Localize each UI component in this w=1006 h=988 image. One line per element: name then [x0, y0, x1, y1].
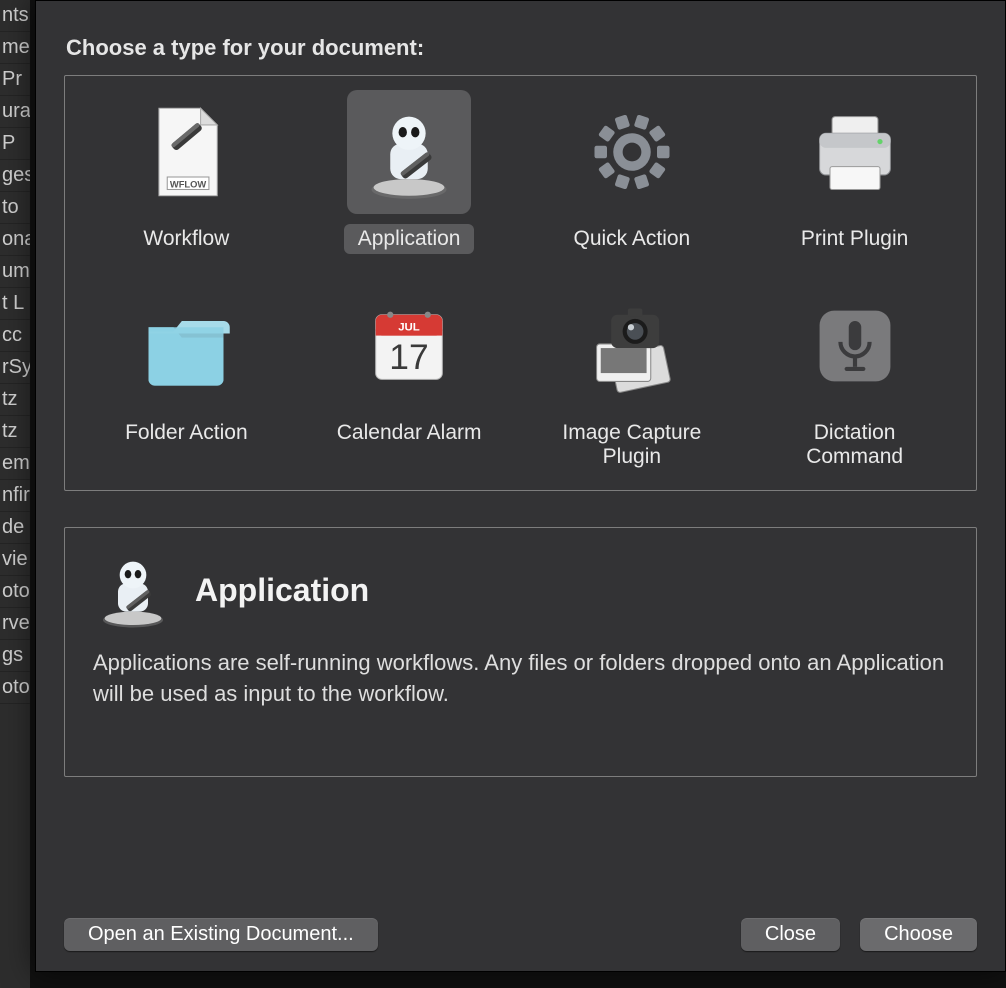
print-plugin-icon: [793, 90, 917, 214]
background-list-item: rve: [0, 608, 30, 640]
background-list-item: t L: [0, 288, 30, 320]
image-capture-icon: [570, 284, 694, 408]
description-title: Application: [195, 572, 369, 609]
document-type-application[interactable]: Application: [309, 90, 509, 254]
background-list-item: tz: [0, 384, 30, 416]
sheet-heading: Choose a type for your document:: [66, 35, 977, 61]
document-type-label: Workflow: [129, 224, 243, 254]
background-list-item: ura: [0, 96, 30, 128]
background-list-item: ona: [0, 224, 30, 256]
background-list-item: nfir: [0, 480, 30, 512]
background-list-item: to: [0, 192, 30, 224]
button-row: Open an Existing Document... Close Choos…: [64, 896, 977, 951]
background-sidebar: ntsmePruraPgestoonaumt LccrSytztzemnfird…: [0, 0, 30, 988]
svg-text:17: 17: [389, 337, 428, 377]
description-text: Applications are self-running workflows.…: [93, 648, 948, 710]
open-existing-button[interactable]: Open an Existing Document...: [64, 918, 378, 951]
document-type-calendar-alarm[interactable]: JUL 17 Calendar Alarm: [309, 284, 509, 472]
quick-action-icon: [570, 90, 694, 214]
background-list-item: Pr: [0, 64, 30, 96]
background-list-item: nts: [0, 0, 30, 32]
document-type-label: Quick Action: [560, 224, 705, 254]
background-list-item: oto: [0, 576, 30, 608]
document-type-workflow[interactable]: WFLOW Workflow: [86, 90, 286, 254]
background-list-item: rSy: [0, 352, 30, 384]
background-list-item: cc: [0, 320, 30, 352]
background-list-item: vie: [0, 544, 30, 576]
choose-button[interactable]: Choose: [860, 918, 977, 951]
application-icon: [93, 550, 173, 630]
document-type-quick-action[interactable]: Quick Action: [532, 90, 732, 254]
dictation-icon: [793, 284, 917, 408]
background-list-item: me: [0, 32, 30, 64]
calendar-alarm-icon: JUL 17: [347, 284, 471, 408]
svg-text:WFLOW: WFLOW: [170, 179, 207, 189]
document-type-label: Calendar Alarm: [323, 418, 496, 448]
document-type-label: Image Capture Plugin: [532, 418, 732, 472]
document-type-image-capture-plugin[interactable]: Image Capture Plugin: [532, 284, 732, 472]
document-type-label: Folder Action: [111, 418, 262, 448]
background-list-item: oto: [0, 672, 30, 704]
background-list-item: um: [0, 256, 30, 288]
svg-text:JUL: JUL: [398, 322, 420, 334]
new-document-sheet: Choose a type for your document: WFLOW W…: [35, 0, 1006, 972]
application-icon: [347, 90, 471, 214]
document-type-label: Application: [344, 224, 475, 254]
background-list-item: de: [0, 512, 30, 544]
description-panel: Application Applications are self-runnin…: [64, 527, 977, 777]
document-type-label: Print Plugin: [787, 224, 922, 254]
document-type-label: Dictation Command: [755, 418, 955, 472]
document-type-dictation-command[interactable]: Dictation Command: [755, 284, 955, 472]
document-type-folder-action[interactable]: Folder Action: [86, 284, 286, 472]
background-list-item: P: [0, 128, 30, 160]
folder-action-icon: [124, 284, 248, 408]
document-type-print-plugin[interactable]: Print Plugin: [755, 90, 955, 254]
workflow-icon: WFLOW: [124, 90, 248, 214]
close-button[interactable]: Close: [741, 918, 840, 951]
background-list-item: tz: [0, 416, 30, 448]
background-list-item: gs: [0, 640, 30, 672]
document-type-grid: WFLOW Workflow Application Quick Action: [64, 75, 977, 491]
background-list-item: ges: [0, 160, 30, 192]
background-list-item: em: [0, 448, 30, 480]
